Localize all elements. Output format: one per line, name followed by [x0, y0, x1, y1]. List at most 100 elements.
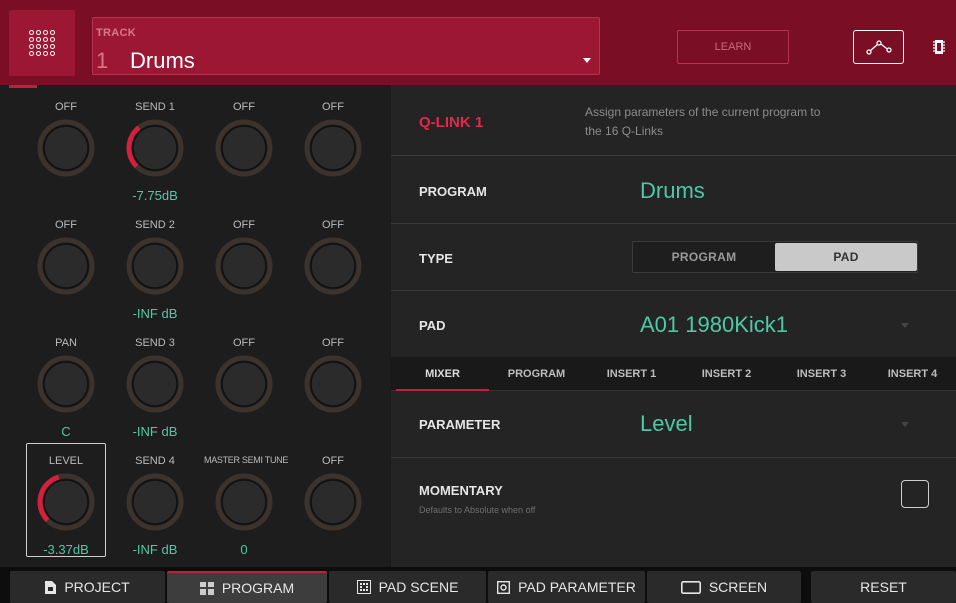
tab-insert-3[interactable]: INSERT 3: [774, 357, 869, 391]
screen-button[interactable]: SCREEN: [647, 571, 801, 603]
parameter-row[interactable]: PARAMETER Level: [391, 391, 956, 458]
knob-body: [43, 479, 89, 525]
knob-label: SEND 4: [135, 455, 175, 467]
program-row[interactable]: PROGRAM Drums: [391, 156, 956, 224]
knob-body: [310, 479, 356, 525]
qlink-title: Q-LINK 1: [419, 114, 484, 131]
chevron-down-icon: [583, 58, 591, 63]
bottom-bar: PROJECT PROGRAM PAD SCENE PAD PARAMETER …: [0, 567, 956, 603]
program-button[interactable]: PROGRAM: [167, 571, 327, 603]
knob-dial: [37, 237, 95, 295]
knob-dial: [126, 355, 184, 413]
knob-15[interactable]: MASTER SEMI TUNE 0: [204, 439, 289, 559]
knob-11[interactable]: OFF: [204, 321, 284, 441]
grid-dots-icon: [29, 30, 55, 56]
knob-dial: [304, 119, 362, 177]
type-option-pad[interactable]: PAD: [775, 243, 917, 271]
knob-body: [221, 479, 267, 525]
pad-value: A01 1980Kick1: [640, 312, 788, 337]
knob-3[interactable]: OFF: [204, 85, 284, 205]
chip-icon[interactable]: [933, 39, 945, 55]
knob-label: PAN: [55, 337, 77, 349]
knob-10[interactable]: SEND 3 -INF dB: [115, 321, 195, 441]
pad-row[interactable]: PAD A01 1980Kick1: [391, 291, 956, 357]
pad-parameter-icon: [497, 580, 511, 594]
pad-scene-label: PAD SCENE: [378, 579, 459, 595]
knob-4[interactable]: OFF: [293, 85, 373, 205]
knob-value: -3.37dB: [43, 542, 89, 557]
knob-6[interactable]: SEND 2 -INF dB: [115, 203, 195, 323]
knob-value: 0: [240, 542, 248, 557]
knob-label: SEND 1: [135, 101, 175, 113]
header: TRACK 1 Drums LEARN: [0, 0, 956, 85]
track-name: Drums: [130, 48, 195, 73]
knob-dial: [215, 237, 273, 295]
project-button[interactable]: PROJECT: [10, 571, 165, 603]
parameter-value: Level: [640, 411, 693, 436]
knob-label: OFF: [55, 101, 77, 113]
knob-label: OFF: [233, 337, 255, 349]
learn-button[interactable]: LEARN: [677, 30, 789, 64]
knob-7[interactable]: OFF: [204, 203, 284, 323]
tab-insert-2[interactable]: INSERT 2: [679, 357, 774, 391]
tab-insert-4[interactable]: INSERT 4: [869, 357, 956, 391]
knob-value: -7.75dB: [132, 188, 178, 203]
knob-8[interactable]: OFF: [293, 203, 373, 323]
knob-body: [43, 243, 89, 289]
knob-body: [132, 125, 178, 171]
pad-parameter-button[interactable]: PAD PARAMETER: [488, 571, 645, 603]
knob-label: OFF: [322, 101, 344, 113]
knob-body: [221, 243, 267, 289]
project-file-icon: [45, 580, 57, 594]
knob-body: [310, 125, 356, 171]
knob-label: MASTER SEMI TUNE: [204, 455, 289, 465]
knob-body: [310, 361, 356, 407]
knob-dial: [215, 119, 273, 177]
knob-body: [221, 125, 267, 171]
knob-body: [43, 125, 89, 171]
knob-14[interactable]: SEND 4 -INF dB: [115, 439, 195, 559]
momentary-checkbox[interactable]: [901, 480, 929, 508]
knob-dial: [304, 237, 362, 295]
knob-13[interactable]: LEVEL -3.37dB: [26, 439, 106, 559]
knob-body: [132, 361, 178, 407]
chevron-down-icon: [901, 422, 909, 427]
track-selector[interactable]: TRACK 1 Drums: [92, 17, 600, 75]
knob-5[interactable]: OFF: [26, 203, 106, 323]
reset-label: RESET: [860, 579, 907, 595]
knob-dial: [37, 119, 95, 177]
knob-1[interactable]: OFF: [26, 85, 106, 205]
knob-9[interactable]: PAN C: [26, 321, 106, 441]
knob-12[interactable]: OFF: [293, 321, 373, 441]
knob-label: SEND 2: [135, 219, 175, 231]
tab-program[interactable]: PROGRAM: [489, 357, 584, 391]
knob-label: SEND 3: [135, 337, 175, 349]
envelope-button[interactable]: [853, 30, 904, 64]
track-grid-button[interactable]: [9, 10, 75, 76]
knob-16[interactable]: OFF: [293, 439, 373, 559]
track-label: TRACK: [96, 27, 136, 39]
program-value: Drums: [640, 178, 705, 203]
type-toggle[interactable]: PROGRAM PAD: [632, 241, 918, 273]
program-label: PROGRAM: [419, 184, 487, 199]
knob-2[interactable]: SEND 1 -7.75dB: [115, 85, 195, 205]
knob-dial: [37, 473, 95, 531]
project-label: PROJECT: [64, 579, 130, 595]
tab-mixer[interactable]: MIXER: [396, 357, 489, 391]
knob-label: OFF: [322, 219, 344, 231]
parameter-label: PARAMETER: [419, 417, 501, 432]
knob-label: OFF: [233, 101, 255, 113]
envelope-curve-icon: [865, 40, 892, 55]
momentary-hint: Defaults to Absolute when off: [419, 505, 536, 515]
reset-button[interactable]: RESET: [811, 571, 956, 603]
pad-scene-button[interactable]: PAD SCENE: [329, 571, 486, 603]
type-option-program[interactable]: PROGRAM: [633, 243, 775, 271]
tab-insert-1[interactable]: INSERT 1: [584, 357, 679, 391]
qlink-header-row: Q-LINK 1 Assign parameters of the curren…: [391, 85, 956, 156]
knob-value: -INF dB: [132, 542, 178, 557]
knob-dial: [215, 355, 273, 413]
knob-body: [221, 361, 267, 407]
knob-dial: [37, 355, 95, 413]
track-number: 1: [96, 48, 109, 73]
knob-dial: [126, 473, 184, 531]
